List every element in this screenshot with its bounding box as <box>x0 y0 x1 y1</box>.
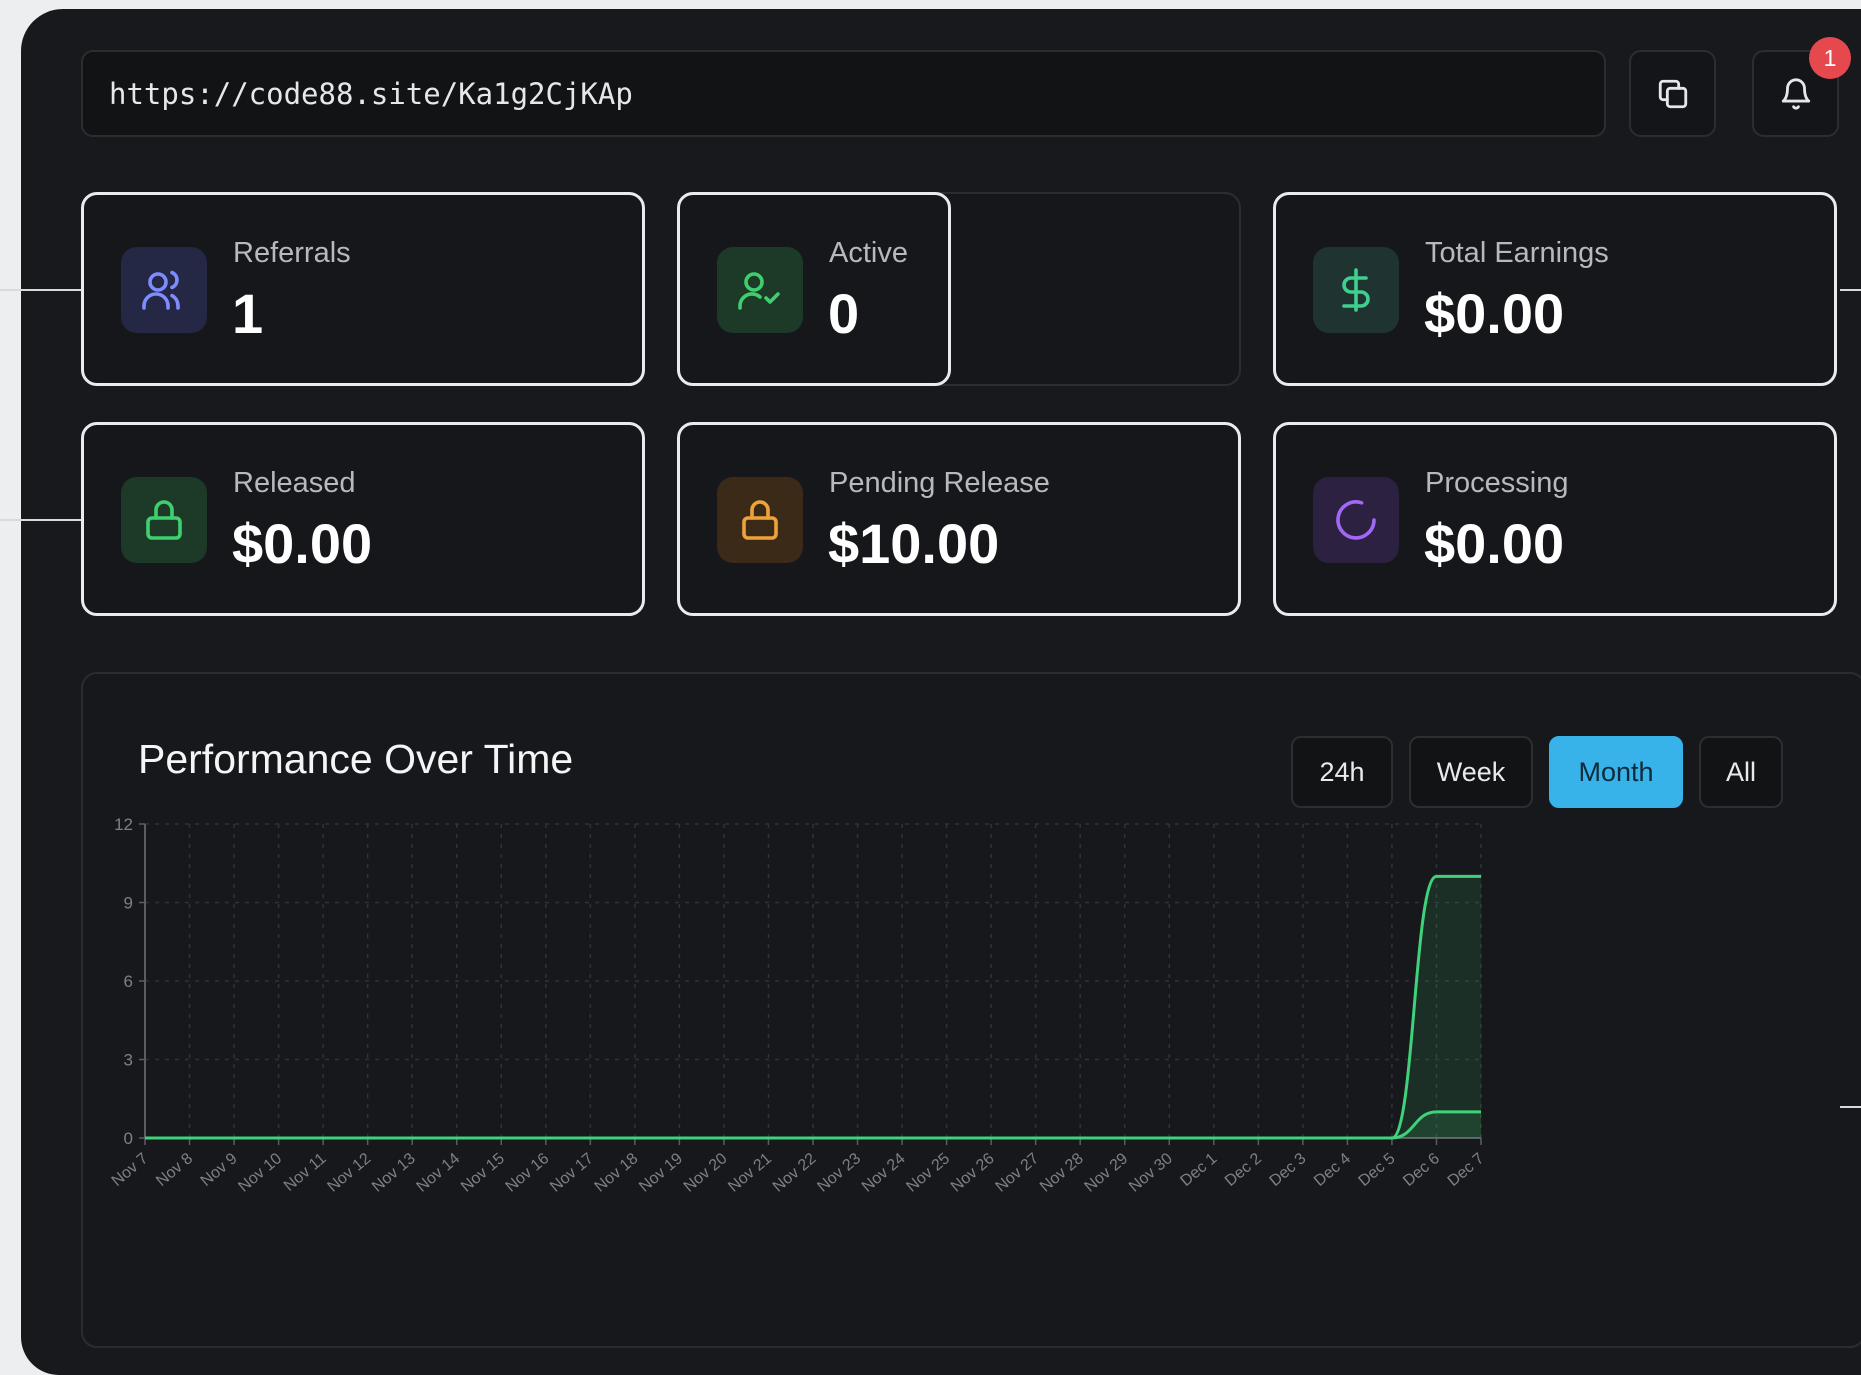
active-card: Active 0 <box>677 192 951 386</box>
processing-value: $0.00 <box>1424 512 1565 575</box>
processing-card: Processing $0.00 <box>1273 422 1837 616</box>
users-icon <box>121 247 207 333</box>
released-label: Released <box>233 467 356 499</box>
side-connector-line <box>0 519 81 521</box>
x-tick-label: Dec 6 <box>1400 1150 1443 1190</box>
referrals-value: 1 <box>232 282 264 345</box>
copy-icon <box>1658 79 1687 108</box>
x-tick-label: Nov 13 <box>369 1150 419 1196</box>
x-tick-label: Nov 18 <box>592 1150 642 1196</box>
performance-chart: 036912Nov 7 Nov 8 Nov 9Nov 10Nov 11Nov 12N… <box>109 815 1488 1196</box>
referrals-label: Referrals <box>233 237 351 269</box>
user-check-icon <box>717 247 803 333</box>
processing-label: Processing <box>1425 467 1569 499</box>
dollar-icon <box>1313 247 1399 333</box>
x-tick-label: Nov 23 <box>814 1150 864 1196</box>
dashboard-panel: https://code88.site/Ka1g2CjKAp 1 Referra… <box>21 9 1861 1375</box>
x-tick-label: Nov 22 <box>770 1150 820 1196</box>
x-tick-label: Dec 7 <box>1445 1150 1488 1190</box>
x-tick-label: Nov 29 <box>1082 1150 1132 1196</box>
referral-link-text: https://code88.site/Ka1g2CjKAp <box>109 76 633 111</box>
unlock-icon <box>121 477 207 563</box>
x-tick-label: Dec 5 <box>1356 1150 1399 1190</box>
x-tick-label: Nov 7 <box>109 1150 152 1190</box>
bell-icon <box>1781 78 1810 110</box>
x-tick-label: Nov 16 <box>503 1150 553 1196</box>
referrals-card: Referrals 1 <box>81 192 645 386</box>
performance-chart-card: Performance Over Time 24h Week Month All… <box>81 672 1861 1348</box>
x-tick-label: Nov 17 <box>547 1150 597 1196</box>
total-earnings-label: Total Earnings <box>1425 237 1609 269</box>
x-tick-label: Nov 14 <box>414 1150 464 1196</box>
copy-link-button[interactable] <box>1629 50 1716 137</box>
x-tick-label: Nov 28 <box>1037 1150 1087 1196</box>
pending-release-label: Pending Release <box>829 467 1050 499</box>
side-connector-line <box>1840 1106 1861 1108</box>
x-tick-label: Dec 2 <box>1222 1150 1265 1190</box>
x-tick-label: Nov 10 <box>235 1150 285 1196</box>
x-tick-label: Nov 26 <box>948 1150 998 1196</box>
x-tick-label: Nov 30 <box>1126 1150 1176 1196</box>
side-connector-line <box>0 289 81 291</box>
total-earnings-card: Total Earnings $0.00 <box>1273 192 1837 386</box>
pending-release-value: $10.00 <box>828 512 1000 575</box>
x-tick-label: Nov 12 <box>324 1150 374 1196</box>
y-tick-label: 0 <box>124 1129 133 1148</box>
y-tick-label: 6 <box>124 972 133 991</box>
pending-release-card: Pending Release $10.00 <box>677 422 1241 616</box>
y-tick-label: 12 <box>114 815 133 834</box>
x-tick-label: Nov 9 <box>198 1150 241 1190</box>
x-tick-label: Nov 24 <box>859 1150 909 1196</box>
active-label: Active <box>829 237 908 269</box>
released-card: Released $0.00 <box>81 422 645 616</box>
x-tick-label: Nov 27 <box>992 1150 1042 1196</box>
y-tick-label: 9 <box>124 894 133 913</box>
y-tick-label: 3 <box>124 1051 133 1070</box>
x-tick-label: Dec 4 <box>1311 1150 1354 1190</box>
x-tick-label: Nov 25 <box>903 1150 953 1196</box>
x-tick-label: Nov 20 <box>681 1150 731 1196</box>
x-tick-label: Nov 19 <box>636 1150 686 1196</box>
x-tick-label: Dec 1 <box>1177 1150 1220 1190</box>
x-tick-label: Dec 3 <box>1266 1150 1309 1190</box>
active-value: 0 <box>828 282 860 345</box>
referral-link-field[interactable]: https://code88.site/Ka1g2CjKAp <box>81 50 1606 137</box>
total-earnings-value: $0.00 <box>1424 282 1565 345</box>
x-tick-label: Nov 8 <box>153 1150 196 1190</box>
x-tick-label: Nov 11 <box>281 1150 330 1195</box>
side-connector-line <box>1840 289 1861 291</box>
x-tick-label: Nov 15 <box>458 1150 508 1196</box>
lock-icon <box>717 477 803 563</box>
x-tick-label: Nov 21 <box>725 1150 775 1196</box>
released-value: $0.00 <box>232 512 373 575</box>
spinner-icon <box>1313 477 1399 563</box>
notification-badge: 1 <box>1809 37 1851 79</box>
